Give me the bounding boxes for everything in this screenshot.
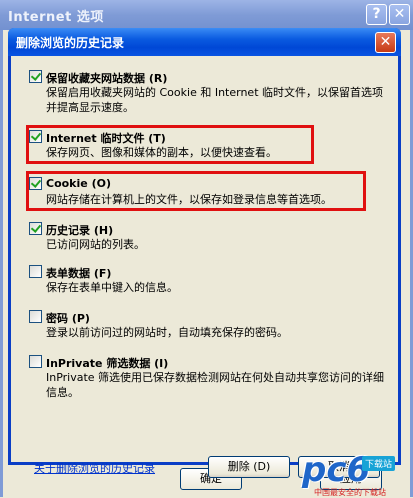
option-label: 密码 (P) <box>46 312 90 325</box>
highlight-box-cookies <box>26 171 366 211</box>
checkbox-history[interactable] <box>29 222 42 235</box>
dialog-close-button[interactable]: ✕ <box>375 32 396 53</box>
option-label: InPrivate 筛选数据 (I) <box>46 357 169 370</box>
help-button[interactable]: ? <box>366 4 387 25</box>
option-label: 历史记录 (H) <box>46 224 114 237</box>
watermark-tag: 下载站 <box>362 456 396 471</box>
outer-close-button[interactable]: ✕ <box>389 4 410 25</box>
outer-window-titlebar: Internet 选项 ? ✕ <box>0 0 413 31</box>
option-description: 保留启用收藏夹网站的 Cookie 和 Internet 临时文件，以保留首选项… <box>46 86 383 114</box>
dialog-titlebar: 删除浏览的历史记录 ✕ <box>8 28 401 56</box>
dialog-title: 删除浏览的历史记录 <box>16 36 125 50</box>
dialog-body: 保留收藏夹网站数据 (R) 保留启用收藏夹网站的 Cookie 和 Intern… <box>11 56 398 478</box>
checkbox-passwords[interactable] <box>29 310 42 323</box>
checkbox-form-data[interactable] <box>29 265 42 278</box>
option-description: InPrivate 筛选使用已保存数据检测网站在何处自动共享您访问的详细信息。 <box>46 371 385 399</box>
option-label: 保留收藏夹网站数据 (R) <box>46 72 168 85</box>
about-delete-history-link[interactable]: 关于删除浏览的历史记录 <box>34 460 155 476</box>
option-label: 表单数据 (F) <box>46 267 112 280</box>
option-description: 已访问网站的列表。 <box>46 238 145 251</box>
option-description: 登录以前访问过的网站时，自动填充保存的密码。 <box>46 326 288 339</box>
watermark-brand: pc6 <box>302 450 371 490</box>
highlight-box-temp-files <box>26 125 314 164</box>
checkbox-inprivate-filtering[interactable] <box>29 355 42 368</box>
pc6-watermark-logo: pc6 下载站 中国最安全的下载站 <box>300 452 413 497</box>
checkbox-preserve-favorites[interactable] <box>29 70 42 83</box>
outer-window-title: Internet 选项 <box>8 10 104 25</box>
watermark-subtitle: 中国最安全的下载站 <box>314 488 386 497</box>
delete-button[interactable]: 删除 (D) <box>208 456 290 478</box>
option-description: 保存在表单中键入的信息。 <box>46 281 178 294</box>
delete-history-dialog: 删除浏览的历史记录 ✕ 保留收藏夹网站数据 (R) 保留启用收藏夹网站的 Coo… <box>8 28 401 478</box>
